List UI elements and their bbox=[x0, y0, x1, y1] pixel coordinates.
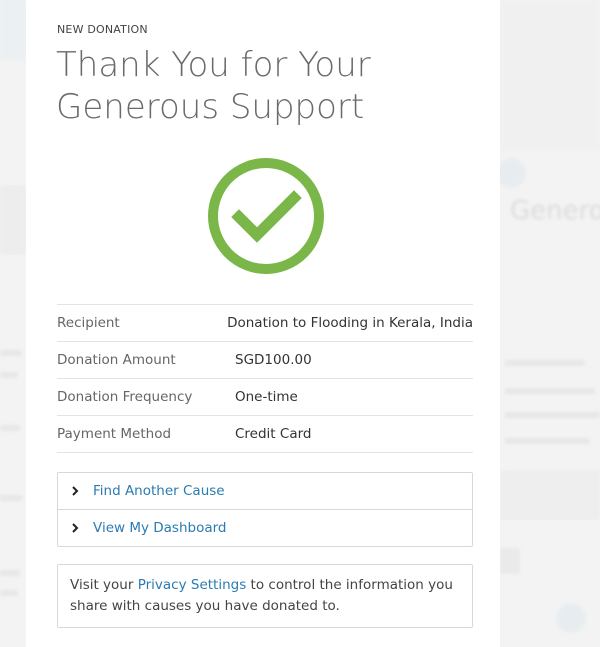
link-label: View My Dashboard bbox=[93, 520, 227, 536]
detail-value: Donation to Flooding in Kerala, India bbox=[227, 315, 473, 331]
privacy-notice: Visit your Privacy Settings to control t… bbox=[57, 564, 473, 628]
detail-label: Payment Method bbox=[57, 426, 172, 442]
background-line bbox=[0, 495, 22, 501]
privacy-text: Visit your bbox=[70, 577, 138, 593]
detail-label: Donation Amount bbox=[57, 352, 176, 368]
background-line bbox=[0, 372, 18, 378]
action-links: Find Another Cause View My Dashboard bbox=[57, 472, 473, 547]
eyebrow-label: NEW DONATION bbox=[57, 23, 148, 36]
background-panel bbox=[0, 185, 26, 255]
chevron-right-icon bbox=[72, 523, 79, 533]
detail-row-amount: Donation Amount SGD100.00 bbox=[57, 342, 473, 379]
link-label: Find Another Cause bbox=[93, 483, 225, 499]
background-heading: Generou bbox=[510, 196, 600, 226]
donation-confirmation-card: NEW DONATION Thank You for Your Generous… bbox=[26, 0, 500, 647]
chevron-right-icon bbox=[72, 486, 79, 496]
detail-row-payment-method: Payment Method Credit Card bbox=[57, 416, 473, 453]
privacy-settings-link[interactable]: Privacy Settings bbox=[138, 577, 247, 593]
background-panel bbox=[0, 0, 26, 60]
detail-value: Credit Card bbox=[235, 426, 312, 442]
detail-value: One-time bbox=[235, 389, 298, 405]
find-another-cause-link[interactable]: Find Another Cause bbox=[58, 473, 472, 509]
page-title: Thank You for Your Generous Support bbox=[56, 44, 476, 128]
detail-row-frequency: Donation Frequency One-time bbox=[57, 379, 473, 416]
background-line bbox=[505, 412, 600, 418]
background-line bbox=[0, 350, 22, 356]
background-line bbox=[0, 590, 18, 596]
detail-label: Donation Frequency bbox=[57, 389, 193, 405]
background-avatar bbox=[496, 158, 526, 188]
detail-label: Recipient bbox=[57, 315, 120, 331]
detail-row-recipient: Recipient Donation to Flooding in Kerala… bbox=[57, 305, 473, 342]
title-line: Generous Support bbox=[56, 87, 365, 127]
background-panel bbox=[500, 0, 600, 150]
detail-value: SGD100.00 bbox=[235, 352, 312, 368]
background-line bbox=[0, 570, 20, 576]
donation-details: Recipient Donation to Flooding in Kerala… bbox=[57, 304, 473, 453]
check-circle-icon bbox=[208, 158, 324, 274]
background-line bbox=[505, 388, 595, 394]
hp-logo-icon bbox=[556, 603, 586, 633]
title-line: Thank You for Your bbox=[56, 45, 371, 85]
background-box bbox=[500, 470, 600, 520]
background-line bbox=[0, 425, 20, 431]
view-dashboard-link[interactable]: View My Dashboard bbox=[58, 509, 472, 546]
background-line bbox=[505, 360, 585, 366]
background-box bbox=[500, 548, 520, 574]
background-line bbox=[505, 438, 590, 444]
